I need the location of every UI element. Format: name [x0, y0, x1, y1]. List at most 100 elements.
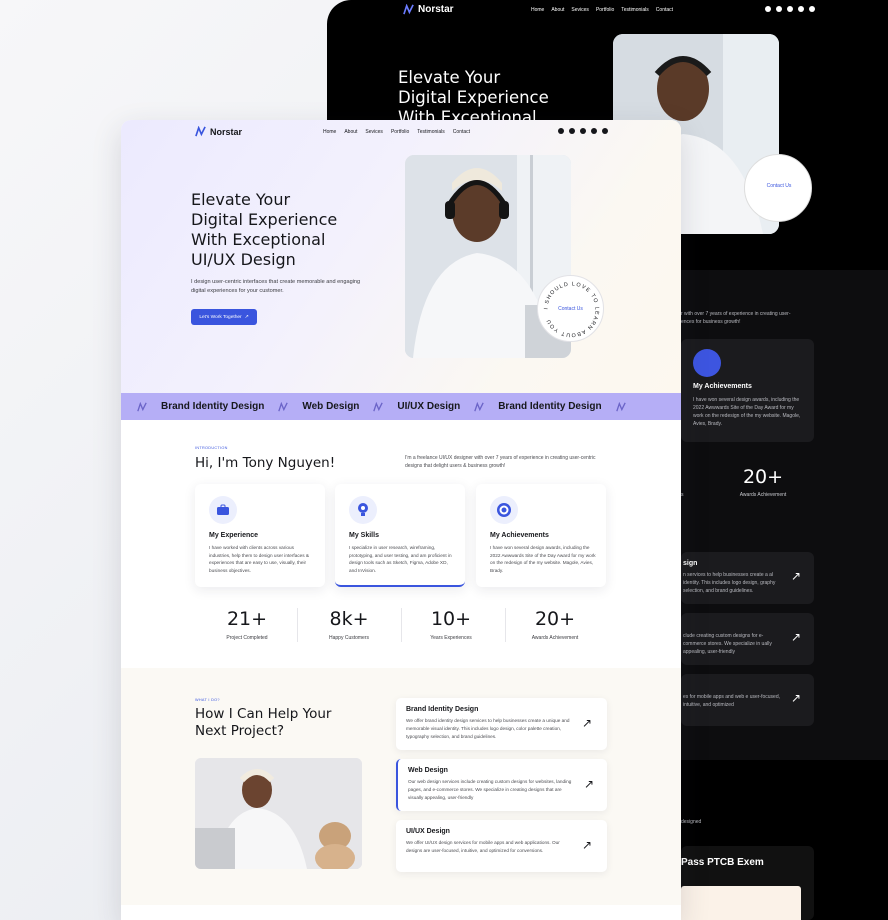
dark-contact-badge[interactable]: Contact Us — [744, 154, 812, 222]
dark-nav-about[interactable]: About — [551, 7, 564, 13]
light-theme-preview: Norstar Home About Sevices Portfolio Tes… — [121, 120, 681, 920]
brand-name: Norstar — [210, 126, 243, 137]
feature-title: My Skills — [349, 532, 379, 539]
dark-hero-title: Elevate Your Digital Experience With Exc… — [398, 68, 598, 128]
zigzag-separator-icon — [615, 401, 626, 411]
service-title: Web Design — [408, 767, 448, 774]
marquee-item: Brand Identity Design — [498, 401, 602, 412]
marquee-item: Brand Identity Design — [161, 401, 265, 412]
main-nav: Home About Sevices Portfolio Testimonial… — [323, 129, 470, 135]
stat-number: 21+ — [226, 608, 268, 630]
dark-title-line: Digital Experience — [398, 88, 549, 107]
services-title: How I Can Help Your Next Project? — [195, 706, 332, 739]
hero-title-line: Elevate Your — [191, 190, 291, 209]
stat-projects: 21+ Project Completed — [197, 608, 297, 641]
nav-about[interactable]: About — [344, 129, 357, 135]
services-marquee: Brand Identity Design Web Design UI/UX D… — [121, 393, 681, 420]
dark-brand-name: Norstar — [418, 4, 454, 15]
dark-nav-testimonials[interactable]: Testimonials — [621, 7, 649, 13]
hero-title-line: With Exceptional — [191, 230, 326, 249]
dark-title-line: Elevate Your — [398, 68, 501, 87]
dark-nav: Home About Sevices Portfolio Testimonial… — [531, 7, 673, 13]
dark-badge-label: Contact Us — [766, 183, 792, 189]
cta-button[interactable]: Let's Work Together ↗ — [191, 309, 257, 325]
hero-title: Elevate Your Digital Experience With Exc… — [191, 190, 391, 270]
stat-number: 10+ — [430, 608, 472, 630]
dark-service-card[interactable]: es for mobile apps and web e user-focuse… — [681, 674, 814, 726]
dark-service-text: es for mobile apps and web e user-focuse… — [683, 694, 780, 708]
hero-title-line: UI/UX Design — [191, 250, 296, 269]
nav-portfolio[interactable]: Portfolio — [391, 129, 409, 135]
dribbble-icon[interactable] — [787, 6, 793, 12]
briefcase-icon — [209, 496, 237, 524]
behance-icon[interactable] — [798, 6, 804, 12]
feature-text: I have won several design awards, includ… — [490, 545, 596, 573]
nav-services[interactable]: Sevices — [365, 129, 383, 135]
stat-number: 20+ — [534, 608, 576, 630]
intro-title: Hi, I'm Tony Nguyen! — [195, 455, 336, 471]
stat-awards: 20+ Awards Achievement — [505, 608, 605, 641]
stat-label: Happy Customers — [328, 635, 369, 641]
stat-years: 10+ Years Experiences — [401, 608, 501, 641]
dark-nav-contact[interactable]: Contact — [656, 7, 673, 13]
service-title: Brand Identity Design — [406, 706, 479, 713]
dark-nav-portfolio[interactable]: Portfolio — [596, 7, 614, 13]
stat-label: Years Experiences — [430, 635, 472, 641]
facebook-icon[interactable] — [765, 6, 771, 12]
service-card-brand-identity[interactable]: Brand Identity Design We offer brand ide… — [396, 698, 607, 750]
nav-contact[interactable]: Contact — [453, 129, 470, 135]
next-section-start — [121, 905, 681, 920]
dark-social-icons — [765, 6, 815, 12]
dark-nav-services[interactable]: Sevices — [571, 7, 589, 13]
logo[interactable]: Norstar — [195, 126, 242, 137]
stat-label: Awards Achievement — [531, 635, 579, 641]
arrow-up-right-icon: ↗ — [791, 691, 802, 705]
service-text: We offer UI/UX design services for mobil… — [406, 840, 560, 853]
service-card-web-design[interactable]: Web Design Our web design services inclu… — [396, 759, 607, 811]
service-card-uiux-design[interactable]: UI/UX Design We offer UI/UX design servi… — [396, 820, 607, 872]
zigzag-separator-icon — [373, 401, 384, 411]
social-icons — [558, 128, 608, 134]
behance-icon[interactable] — [591, 128, 597, 134]
service-text: We offer brand identity design services … — [406, 718, 570, 739]
dark-portfolio-title: Pass PTCB Exem — [681, 857, 764, 868]
dark-stat-number: 20+ — [742, 466, 784, 488]
twitter-icon[interactable] — [776, 6, 782, 12]
intro-eyebrow: INTRODUCTION — [195, 446, 228, 450]
pinterest-icon[interactable] — [602, 128, 608, 134]
dark-text-fragment: designed — [681, 819, 702, 825]
lightbulb-icon — [349, 496, 377, 524]
dark-logo[interactable]: Norstar — [403, 4, 454, 15]
service-text: Our web design services include creating… — [408, 779, 572, 800]
hero-title-line: Digital Experience — [191, 210, 338, 229]
target-icon — [490, 496, 518, 524]
pinterest-icon[interactable] — [809, 6, 815, 12]
feature-text: I specialize in user research, wireframi… — [349, 545, 452, 573]
dribbble-icon[interactable] — [580, 128, 586, 134]
service-title: UI/UX Design — [406, 828, 450, 835]
stat-number: 8k+ — [329, 608, 369, 630]
arrow-up-right-icon: ↗ — [244, 314, 249, 320]
twitter-icon[interactable] — [569, 128, 575, 134]
cta-label: Let's Work Together — [199, 314, 242, 320]
badge-ring-text: I SHOULD LOVE TO LEARN ABOUT YOU — [543, 281, 598, 337]
target-icon — [693, 349, 721, 377]
dark-service-card[interactable]: sign n services to help businesses creat… — [681, 552, 814, 604]
nav-home[interactable]: Home — [323, 129, 336, 135]
intro-description: I'm a freelance UI/UX designer with over… — [405, 455, 596, 469]
feature-card-experience[interactable]: My Experience I have worked with clients… — [195, 484, 325, 587]
facebook-icon[interactable] — [558, 128, 564, 134]
stat-label: Project Completed — [226, 635, 268, 641]
dark-intro-text: r with over 7 years of experience in cre… — [681, 310, 801, 326]
contact-badge[interactable]: I SHOULD LOVE TO LEARN ABOUT YOU Contact… — [537, 275, 604, 342]
dark-portfolio-card[interactable]: Pass PTCB Exem — [681, 846, 814, 920]
nav-testimonials[interactable]: Testimonials — [417, 129, 445, 135]
feature-card-skills[interactable]: My Skills I specialize in user research,… — [335, 484, 465, 587]
feature-card-achievements[interactable]: My Achievements I have won several desig… — [476, 484, 606, 587]
stat-customers: 8k+ Happy Customers — [299, 608, 399, 641]
zigzag-logo-icon — [403, 4, 414, 15]
dark-service-card[interactable]: clude creating custom designs for e-comm… — [681, 613, 814, 665]
portfolio-thumbnail — [681, 886, 801, 920]
dark-achievements-card: My Achievements I have won several desig… — [681, 339, 814, 442]
dark-nav-home[interactable]: Home — [531, 7, 544, 13]
